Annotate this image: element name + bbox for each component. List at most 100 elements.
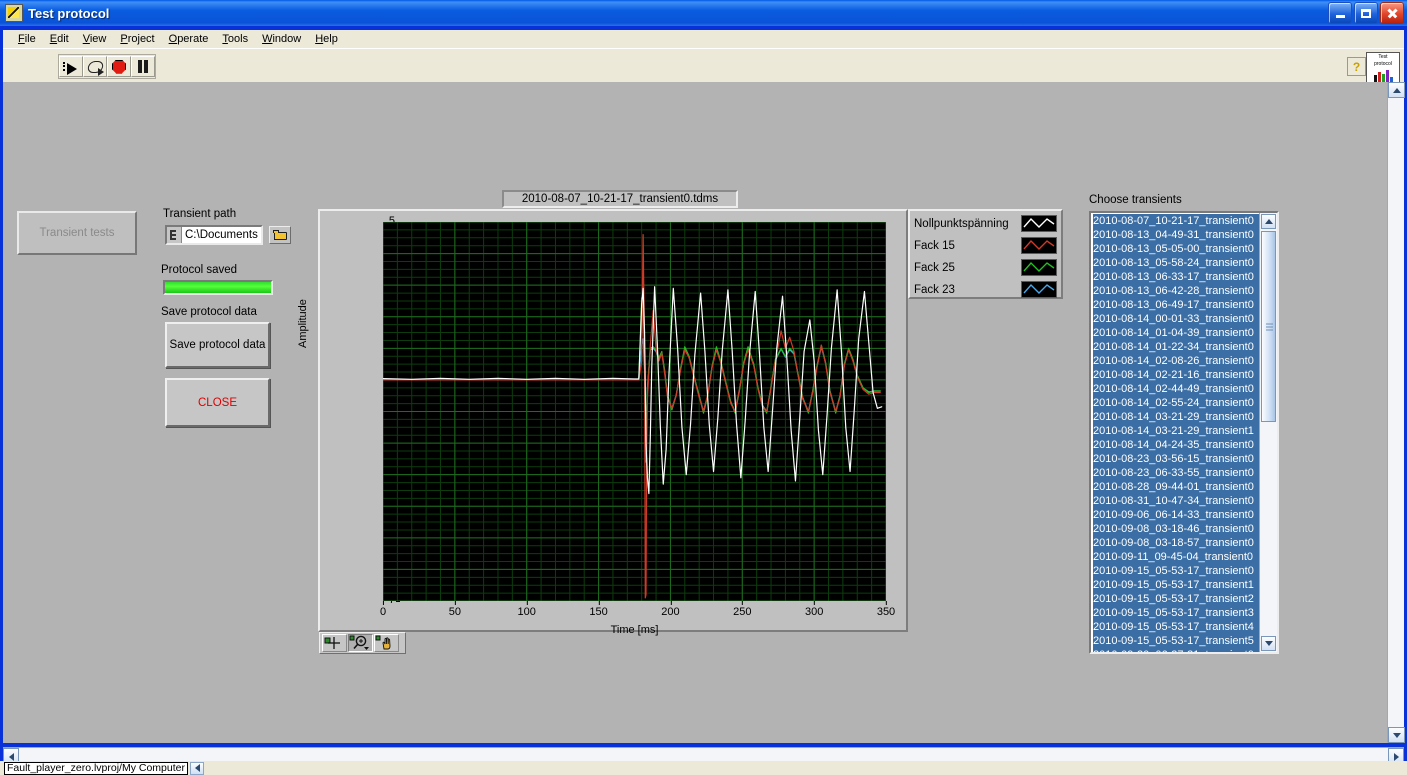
close-window-button[interactable] [1380, 2, 1404, 24]
x-axis-tick-label: 350 [876, 601, 896, 618]
list-item[interactable]: 2010-09-15_05-53-17_transient3 [1093, 606, 1259, 620]
waveform-graph[interactable]: Amplitude 543210-1-2-3-4-5-6-7 Time [ms]… [297, 209, 908, 636]
list-item[interactable]: 2010-08-14_03-21-29_transient0 [1093, 410, 1259, 424]
context-help-button[interactable]: ? [1347, 57, 1366, 76]
list-item[interactable]: 2010-09-15_05-53-17_transient2 [1093, 592, 1259, 606]
title-bar: Test protocol [0, 0, 1407, 26]
x-axis-label: Time [ms] [610, 624, 659, 636]
chevron-right-icon [1393, 752, 1399, 761]
protocol-saved-indicator [163, 280, 273, 295]
x-axis-tick-label: 200 [661, 601, 680, 618]
minimize-button[interactable] [1328, 2, 1352, 24]
menu-item-help[interactable]: Help [308, 32, 345, 46]
zoom-tool-button[interactable] [348, 634, 373, 652]
list-item[interactable]: 2010-08-13_06-42-28_transient0 [1093, 284, 1259, 298]
legend-row[interactable]: Fack 23 [914, 280, 1057, 299]
legend-plot-swatch[interactable] [1021, 281, 1057, 298]
legend-row[interactable]: Nollpunktspänning [914, 214, 1057, 233]
stop-octagon-icon [112, 59, 126, 74]
list-item[interactable]: 2010-08-14_02-21-16_transient0 [1093, 368, 1259, 382]
browse-folder-button[interactable] [269, 226, 291, 244]
list-item[interactable]: 2010-08-14_00-01-33_transient0 [1093, 312, 1259, 326]
menu-item-tools[interactable]: Tools [215, 32, 255, 46]
panel-scroll-down-button[interactable] [1388, 727, 1405, 743]
legend-plot-name: Fack 15 [914, 239, 955, 252]
list-item[interactable]: 2010-08-13_05-05-00_transient0 [1093, 242, 1259, 256]
toolbar: ? Test protocol [3, 48, 1404, 86]
menu-item-file[interactable]: File [11, 32, 43, 46]
list-scroll-up-button[interactable] [1261, 214, 1276, 229]
list-scroll-down-button[interactable] [1261, 636, 1276, 651]
chevron-down-icon [1392, 732, 1401, 738]
legend-plot-name: Nollpunktspänning [914, 217, 1009, 230]
menu-item-view[interactable]: View [76, 32, 114, 46]
chevron-up-icon [1264, 219, 1273, 224]
cursor-tool-button[interactable] [322, 634, 347, 652]
list-item[interactable]: 2010-09-15_05-53-17_transient4 [1093, 620, 1259, 634]
list-item[interactable]: 2010-09-11_09-45-04_transient0 [1093, 550, 1259, 564]
menu-bar: File Edit View Project Operate Tools Window Hel… [3, 30, 1404, 48]
pan-tool-button[interactable] [374, 634, 399, 652]
panel-vertical-scrollbar[interactable] [1387, 82, 1405, 743]
list-item[interactable]: 2010-08-14_02-08-26_transient0 [1093, 354, 1259, 368]
list-scrollbar[interactable] [1259, 213, 1277, 652]
list-item[interactable]: 2010-08-14_02-55-24_transient0 [1093, 396, 1259, 410]
abort-execution-button[interactable] [107, 56, 131, 77]
list-item[interactable]: 2010-08-14_01-22-34_transient0 [1093, 340, 1259, 354]
list-item[interactable]: 2010-09-06_06-14-33_transient0 [1093, 508, 1259, 522]
pause-button[interactable] [131, 56, 155, 77]
list-item[interactable]: 2010-09-20_06-37-31_transient0 [1093, 648, 1259, 652]
transient-path-input[interactable]: C:\Documents [165, 225, 263, 245]
menu-item-edit[interactable]: Edit [43, 32, 76, 46]
pause-icon [137, 60, 149, 73]
choose-transients-listbox[interactable]: 2010-08-07_10-21-17_transient0 2010-08-13… [1089, 211, 1279, 654]
transient-path-value: C:\Documents [185, 229, 258, 241]
scrollbar-grip-icon [1266, 323, 1273, 330]
list-item[interactable]: 2010-09-08_03-18-46_transient0 [1093, 522, 1259, 536]
legend-row[interactable]: Fack 25 [914, 258, 1057, 277]
list-item[interactable]: 2010-08-14_02-44-49_transient0 [1093, 382, 1259, 396]
legend-plot-swatch[interactable] [1021, 237, 1057, 254]
chevron-down-icon [1264, 641, 1273, 646]
list-item[interactable]: 2010-08-14_01-04-39_transient0 [1093, 326, 1259, 340]
save-protocol-data-button[interactable]: Save protocol data [165, 322, 270, 368]
run-button[interactable] [59, 56, 83, 77]
maximize-button[interactable] [1354, 2, 1378, 24]
list-item[interactable]: 2010-08-23_03-56-15_transient0 [1093, 452, 1259, 466]
list-scrollbar-thumb[interactable] [1261, 231, 1276, 422]
list-item[interactable]: 2010-09-08_03-18-57_transient0 [1093, 536, 1259, 550]
panel-scroll-up-button[interactable] [1388, 82, 1405, 98]
run-continuously-button[interactable] [83, 56, 107, 77]
vi-icon-pane[interactable]: Test protocol [1366, 52, 1400, 86]
list-item[interactable]: 2010-09-15_05-53-17_transient5 [1093, 634, 1259, 648]
vi-icon-bar-chart-graphic [1374, 69, 1393, 83]
legend-plot-swatch[interactable] [1021, 259, 1057, 276]
list-item[interactable]: 2010-08-13_06-33-17_transient0 [1093, 270, 1259, 284]
status-collapse-button[interactable] [190, 761, 204, 775]
list-item[interactable]: 2010-08-14_03-21-29_transient1 [1093, 424, 1259, 438]
legend-plot-swatch[interactable] [1021, 215, 1057, 232]
menu-item-project[interactable]: Project [113, 32, 161, 46]
transient-tests-button[interactable]: Transient tests [17, 211, 137, 255]
list-item[interactable]: 2010-08-07_10-21-17_transient0 [1093, 214, 1259, 228]
close-button[interactable]: CLOSE [165, 378, 270, 427]
list-item[interactable]: 2010-08-13_05-58-24_transient0 [1093, 256, 1259, 270]
labview-window: Test protocol File Edit View Project Operate… [0, 0, 1407, 775]
plot-legend[interactable]: Nollpunktspänning Fack 15 Fack 25 Fack 23 [908, 209, 1063, 299]
menu-item-window[interactable]: Window [255, 32, 308, 46]
list-item[interactable]: 2010-09-15_05-53-17_transient0 [1093, 564, 1259, 578]
list-item[interactable]: 2010-08-28_09-44-01_transient0 [1093, 480, 1259, 494]
plot-svg [383, 222, 886, 601]
list-item[interactable]: 2010-08-13_04-49-31_transient0 [1093, 228, 1259, 242]
list-item[interactable]: 2010-08-31_10-47-34_transient0 [1093, 494, 1259, 508]
list-item[interactable]: 2010-08-14_04-24-35_transient0 [1093, 438, 1259, 452]
list-item[interactable]: 2010-09-15_05-53-17_transient1 [1093, 578, 1259, 592]
transients-list[interactable]: 2010-08-07_10-21-17_transient0 2010-08-13… [1091, 213, 1259, 652]
menu-item-operate[interactable]: Operate [162, 32, 216, 46]
path-glyph-icon [167, 227, 182, 243]
plot-area[interactable] [383, 222, 886, 601]
crosshair-icon [324, 637, 340, 649]
list-item[interactable]: 2010-08-23_06-33-55_transient0 [1093, 466, 1259, 480]
legend-row[interactable]: Fack 15 [914, 236, 1057, 255]
list-item[interactable]: 2010-08-13_06-49-17_transient0 [1093, 298, 1259, 312]
